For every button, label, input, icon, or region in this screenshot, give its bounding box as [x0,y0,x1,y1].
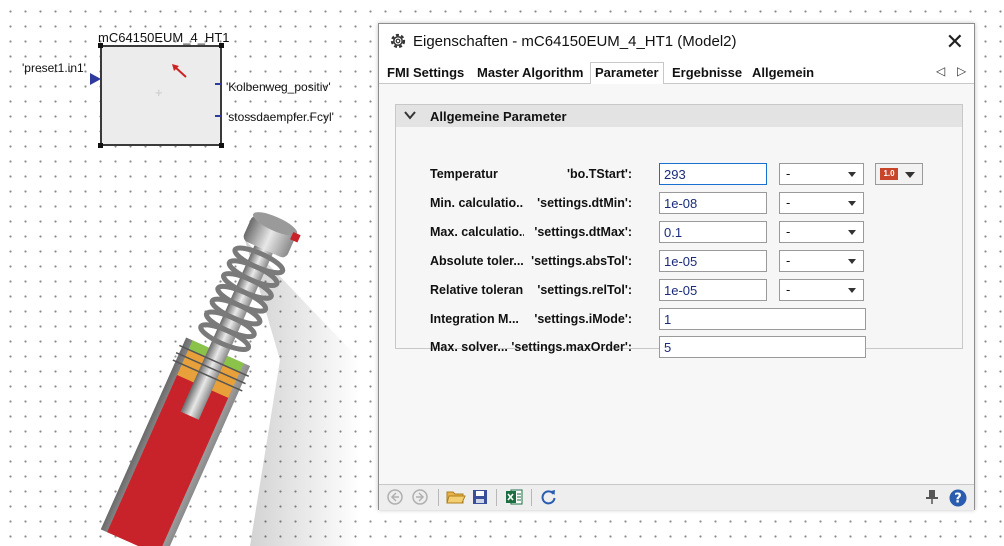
toolbar-separator [438,489,439,506]
close-icon[interactable]: ✕ [946,29,964,55]
output-port-label: 'stossdaempfer.Fcyl' [226,110,334,124]
input-port[interactable] [90,73,101,85]
parameter-name: 'settings.dtMin': [537,196,632,210]
parameter-row: Integration M... 'settings.iMode': 1 [396,308,962,332]
dialog-title: Eigenschaften - mC64150EUM_4_HT1 (Model2… [413,33,737,50]
tab-ergebnisse[interactable]: Ergebnisse [668,63,746,83]
tab-scroll-left-icon[interactable]: ◁ [936,64,945,78]
shock-absorber-image [100,212,360,546]
parameter-name: 'settings.relTol': [537,283,632,297]
unit-dropdown[interactable]: - [779,250,864,272]
parameter-group: Allgemeine Parameter Temperatur 'bo.TSta… [395,104,963,358]
unit-value: - [786,224,791,239]
parameter-label: Temperatur [430,167,498,181]
parameter-label: Absolute toler... [430,254,524,268]
output-port-label: 'Kolbenweg_positiv' [226,80,331,94]
dialog-titlebar[interactable]: Eigenschaften - mC64150EUM_4_HT1 (Model2… [379,24,974,60]
parameter-name: 'settings.dtMax': [534,225,632,239]
gear-icon [390,33,406,49]
parameter-row: Max. solver... 'settings.maxOrder': 5 [396,336,962,360]
real-type-icon: 1.0 [880,168,898,180]
unit-value: - [786,166,791,181]
parameter-panel: Allgemeine Parameter Temperatur 'bo.TSta… [379,84,974,484]
parameter-label: Relative toleran... [430,283,524,297]
unit-value: - [786,253,791,268]
tab-master-algorithm[interactable]: Master Algorithm [473,63,587,83]
parameter-row: Max. calculatio... 'settings.dtMax': 0.1… [396,221,962,245]
selection-handle[interactable] [219,143,224,148]
excel-icon[interactable] [505,489,523,505]
parameter-row: Min. calculatio... 'settings.dtMin': 1e-… [396,192,962,216]
parameter-value-input[interactable]: 1e-05 [659,250,767,272]
forward-icon[interactable] [412,489,428,505]
bottom-toolbar: ? [379,484,974,510]
unit-dropdown[interactable]: - [779,163,864,185]
save-icon[interactable] [472,489,488,505]
parameter-name: 'settings.iMode': [534,312,632,326]
group-title: Allgemeine Parameter [430,109,567,124]
parameter-label: Min. calculatio... [430,196,524,210]
parameter-value-input[interactable]: 1 [659,308,866,330]
chevron-down-icon[interactable] [404,110,416,120]
selection-handle[interactable] [219,43,224,48]
parameter-value-input[interactable]: 0.1 [659,221,767,243]
open-folder-icon[interactable] [446,489,466,505]
unit-dropdown[interactable]: - [779,221,864,243]
unit-dropdown[interactable]: - [779,279,864,301]
parameter-name: 'settings.absTol': [531,254,632,268]
parameter-value-input[interactable]: 5 [659,336,866,358]
pin-icon[interactable] [925,489,939,505]
tab-parameter[interactable]: Parameter [590,62,664,85]
dropdown-arrow-icon [848,172,856,177]
parameter-value-input[interactable]: 293 [659,163,767,185]
tab-bar: FMI Settings Master Algorithm Parameter … [379,61,974,85]
block-center-mark: + [155,85,163,100]
parameter-row: Temperatur 'bo.TStart': 293 - 1.0 [396,163,962,187]
parameter-label: Max. solver... [430,340,508,354]
dropdown-arrow-icon [848,230,856,235]
selection-handle[interactable] [98,143,103,148]
unit-dropdown[interactable]: - [779,192,864,214]
output-port[interactable] [215,83,221,85]
value-type-dropdown[interactable]: 1.0 [875,163,923,185]
parameter-value-input[interactable]: 1e-05 [659,279,767,301]
parameter-label: Max. calculatio... [430,225,524,239]
parameter-name: 'bo.TStart': [567,167,632,181]
back-icon[interactable] [387,489,403,505]
input-port-label: 'preset1.in1' [22,61,86,75]
dropdown-arrow-icon [848,288,856,293]
svg-text:?: ? [954,492,962,507]
output-port[interactable] [215,115,221,117]
group-header[interactable]: Allgemeine Parameter [396,105,962,127]
parameter-name: 'settings.maxOrder': [511,340,632,354]
dropdown-arrow-icon [905,172,915,178]
tab-allgemein[interactable]: Allgemein [748,63,818,83]
parameter-label: Integration M... [430,312,519,326]
fmu-block[interactable]: + [98,43,224,148]
unit-value: - [786,282,791,297]
block-title: mC64150EUM_4_HT1 [98,30,230,45]
parameter-row: Relative toleran... 'settings.relTol': 1… [396,279,962,303]
block-arrow-icon [172,64,187,78]
toolbar-separator [496,489,497,506]
refresh-icon[interactable] [541,489,557,505]
dropdown-arrow-icon [848,259,856,264]
selection-handle[interactable] [98,43,103,48]
tab-scroll-right-icon[interactable]: ▷ [957,64,966,78]
properties-dialog: Eigenschaften - mC64150EUM_4_HT1 (Model2… [378,23,975,510]
parameter-value-input[interactable]: 1e-08 [659,192,767,214]
dropdown-arrow-icon [848,201,856,206]
parameter-row: Absolute toler... 'settings.absTol': 1e-… [396,250,962,274]
unit-value: - [786,195,791,210]
toolbar-separator [531,489,532,506]
help-icon[interactable]: ? [949,489,967,507]
tab-fmi-settings[interactable]: FMI Settings [383,63,468,83]
